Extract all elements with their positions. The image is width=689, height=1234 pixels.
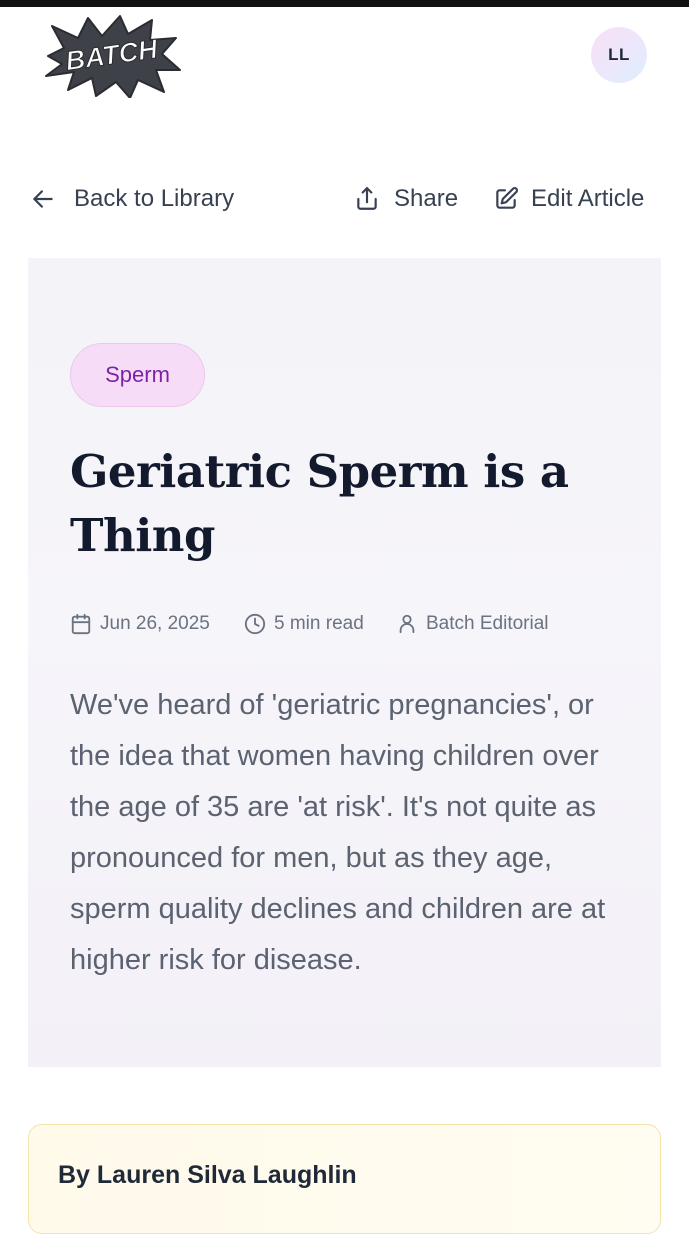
article-author: Batch Editorial <box>396 610 549 638</box>
edit-icon <box>496 187 518 209</box>
edit-article-button[interactable]: Edit Article <box>493 181 644 217</box>
arrow-left-icon <box>33 190 53 208</box>
article-summary: We've heard of 'geriatric pregnancies', … <box>70 689 606 976</box>
calendar-icon <box>71 613 91 635</box>
back-label: Back to Library <box>74 185 235 212</box>
category-tag-label: Sperm <box>105 362 170 387</box>
category-tag[interactable]: Sperm <box>70 343 205 407</box>
avatar-initials: LL <box>608 45 630 64</box>
edit-label: Edit Article <box>531 185 645 212</box>
share-button[interactable]: Share <box>354 181 458 217</box>
read-time-text: 5 min read <box>274 613 364 634</box>
clock-icon <box>244 613 266 635</box>
author-text: Batch Editorial <box>426 613 549 634</box>
logo-starburst-icon: BATCH <box>45 15 181 98</box>
batch-logo[interactable]: BATCH <box>40 14 182 98</box>
back-to-library-button[interactable]: Back to Library <box>30 181 234 217</box>
avatar[interactable]: LL <box>591 27 647 83</box>
read-time: 5 min read <box>244 610 364 638</box>
top-edge-bar <box>0 0 689 7</box>
article-byline: By Lauren Silva Laughlin <box>58 1161 357 1189</box>
share-icon <box>357 187 377 210</box>
share-label: Share <box>394 185 459 212</box>
article-title: Geriatric Sperm is a Thing <box>70 445 569 562</box>
user-icon <box>399 614 415 634</box>
date-text: Jun 26, 2025 <box>100 613 210 634</box>
article-date: Jun 26, 2025 <box>70 610 210 638</box>
